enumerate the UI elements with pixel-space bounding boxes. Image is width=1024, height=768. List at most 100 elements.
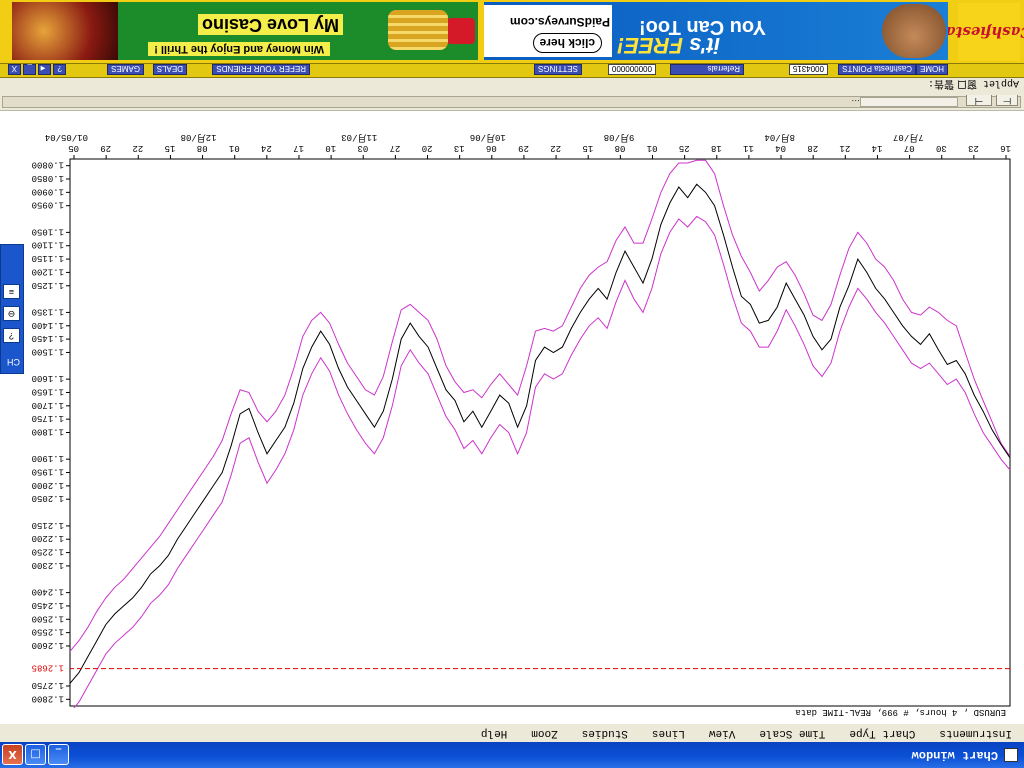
- x-tick-label: 28: [807, 143, 818, 153]
- x-tick-label: 17: [293, 143, 304, 153]
- cashfiesta-nav-bar: HOME Cashfiesta POINTS 0004315 Referrals…: [0, 63, 1024, 78]
- ad-click-here-button[interactable]: click here: [532, 33, 602, 53]
- app-icon: [1004, 748, 1018, 762]
- x-month-label: 7月/07: [893, 132, 924, 143]
- y-tick-label: 1.1100: [32, 240, 64, 250]
- y-tick-label: 1.1050: [32, 226, 64, 236]
- x-tick-label: 27: [390, 143, 401, 153]
- nav-games[interactable]: GAMES: [107, 64, 144, 75]
- menu-chart-type[interactable]: Chart Type: [849, 727, 915, 739]
- ad-casino-title: My Love Casino: [197, 14, 343, 35]
- list-tool-icon[interactable]: ≡: [3, 284, 20, 299]
- y-tick-label: 1.1950: [32, 467, 64, 477]
- nav-close-button[interactable]: X: [8, 64, 21, 75]
- ad-paid-surveys-text: PaidSurveys.com: [509, 15, 610, 29]
- menu-instruments[interactable]: Instruments: [939, 727, 1012, 739]
- x-tick-label: 23: [968, 143, 979, 153]
- y-tick-label: 1.1150: [32, 253, 64, 263]
- cashfiesta-logo-text: Cashfiesta: [945, 23, 1024, 41]
- y-tick-label: 1.0850: [32, 173, 64, 183]
- window-title-bar[interactable]: Chart window _ □ X: [0, 742, 1024, 768]
- close-button[interactable]: X: [2, 744, 23, 765]
- y-tick-label: 1.2800: [32, 693, 64, 703]
- ad-free-word: FREE!: [616, 33, 683, 58]
- chart-scroll-bar: ⊢ ⊣ ...: [0, 94, 1024, 111]
- nav-deals[interactable]: DEALS: [152, 64, 187, 75]
- applet-warning-label: 警告:: [927, 77, 954, 88]
- y-tick-label: 1.2600: [32, 640, 64, 650]
- screen: Chart window _ □ X Instruments Chart Typ…: [0, 0, 1024, 768]
- maximize-button[interactable]: □: [25, 744, 46, 765]
- help-tool-icon[interactable]: ?: [3, 328, 20, 343]
- x-tick-label: 08: [197, 143, 208, 153]
- x-tick-label: 21: [839, 143, 850, 153]
- x-tick-label: 18: [711, 143, 722, 153]
- nav-referrals-value: 000000000: [607, 64, 656, 75]
- y-tick-label: 1.2050: [32, 493, 64, 503]
- paid-surveys-ad[interactable]: You Can Too! it's FREE! click here PaidS…: [484, 2, 948, 60]
- ad-casino-tagline: Win Money and Enjoy the Thrill !: [148, 42, 330, 56]
- cashfiesta-logo[interactable]: Cashfiesta: [946, 3, 1024, 61]
- y-tick-label: 1.1400: [32, 320, 64, 330]
- x-tick-label: 08: [615, 143, 626, 153]
- nav-points-label: Cashfiesta POINTS: [838, 64, 916, 75]
- scroll-thumb[interactable]: [860, 97, 958, 107]
- y-tick-label: 1.1650: [32, 386, 64, 396]
- window-controls: _ □ X: [2, 744, 69, 765]
- x-tick-label: 03: [357, 143, 368, 153]
- y-tick-label: 1.1350: [32, 306, 64, 316]
- scroll-track[interactable]: ⊢ ⊣ ...: [2, 94, 1021, 108]
- y-tick-label: 1.1900: [32, 453, 64, 463]
- nav-refer-friends[interactable]: REFER YOUR FRIENDS: [212, 64, 310, 75]
- applet-warning-bar: Applet 窗口 警告:: [0, 77, 1024, 95]
- stop-tool-icon[interactable]: ⊖: [3, 306, 20, 321]
- x-tick-label: 24: [261, 143, 272, 153]
- scroll-zoom-button[interactable]: ⊣: [966, 94, 992, 106]
- x-month-label: 10月/06: [470, 132, 506, 143]
- nav-settings[interactable]: SETTINGS: [533, 64, 582, 75]
- x-tick-label: 07: [904, 143, 915, 153]
- x-tick-label: 22: [132, 143, 143, 153]
- y-tick-label: 1.1250: [32, 280, 64, 290]
- nav-home[interactable]: HOME: [916, 64, 948, 75]
- nav-back-button[interactable]: ◄: [38, 64, 51, 75]
- menu-zoom[interactable]: Zoom: [531, 727, 557, 739]
- nav-minimize-button[interactable]: _: [23, 64, 36, 75]
- y-tick-label: 1.2300: [32, 560, 64, 570]
- x-tick-label: 22: [550, 143, 561, 153]
- y-tick-label: 1.2450: [32, 600, 64, 610]
- price-chart[interactable]: 1.0800 1.0850 1.0900 1.0950 1.1050 1.1100 1.11…: [0, 111, 1024, 708]
- menu-help[interactable]: Help: [481, 727, 507, 739]
- y-tick-label: 1.1450: [32, 333, 64, 343]
- x-tick-label: 05: [68, 143, 79, 153]
- scroll-dots: ...: [851, 97, 860, 107]
- x-tick-label: 10: [325, 143, 336, 153]
- minimize-button[interactable]: _: [48, 744, 69, 765]
- applet-window-label: Applet 窗口: [956, 77, 1019, 88]
- scroll-start-button[interactable]: ⊢: [996, 94, 1018, 106]
- x-tick-label: 04: [775, 143, 786, 153]
- x-tick-label: 11: [743, 143, 754, 153]
- x-tick-label: 06: [486, 143, 497, 153]
- y-axis: 1.0800 1.0850 1.0900 1.0950 1.1050 1.1100 1.11…: [32, 160, 70, 703]
- ad-white-box: click here PaidSurveys.com: [484, 5, 612, 57]
- roulette-image: [12, 2, 118, 60]
- casino-ad[interactable]: My Love Casino Win Money and Enjoy the T…: [12, 2, 478, 60]
- x-month-label: 11月/03: [341, 132, 377, 143]
- x-tick-label: 29: [100, 143, 111, 153]
- x-tick-label: 15: [165, 143, 176, 153]
- menu-view[interactable]: View: [709, 727, 735, 739]
- y-tick-label: 1.1500: [32, 346, 64, 356]
- menu-studies[interactable]: Studies: [582, 727, 628, 739]
- nav-referrals-label: Referrals: [670, 64, 744, 75]
- y-tick-label: 1.2000: [32, 480, 64, 490]
- menu-lines[interactable]: Lines: [652, 727, 685, 739]
- y-tick-label: 1.2400: [32, 587, 64, 597]
- y-tick-label: 1.2150: [32, 520, 64, 530]
- menu-time-scale[interactable]: Time Scale: [759, 727, 825, 739]
- y-tick-label: 1.1700: [32, 400, 64, 410]
- x-tick-label: 15: [582, 143, 593, 153]
- plot-frame: [69, 158, 1011, 707]
- nav-help-button[interactable]: ?: [53, 64, 66, 75]
- x-tick-label: 13: [454, 143, 465, 153]
